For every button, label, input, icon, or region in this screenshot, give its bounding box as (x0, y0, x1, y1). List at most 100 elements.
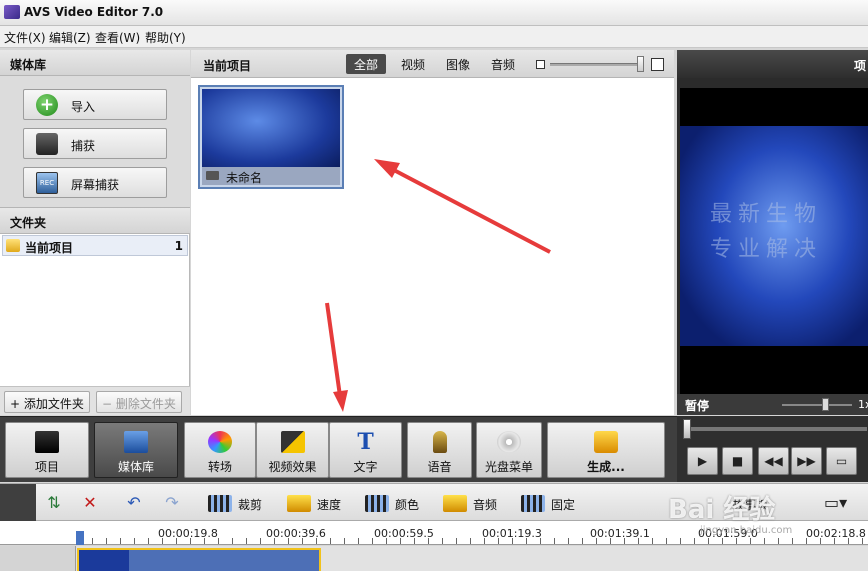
menu-bar: 文件(X) 编辑(Z) 查看(W) 帮助(Y) (0, 26, 868, 48)
text-button-label: 文字 (353, 460, 378, 474)
baidu-watermark: Bai 经验 (668, 495, 776, 525)
speed-icon (287, 495, 311, 512)
film-library-icon (124, 431, 148, 453)
capture-label: 捕获 (71, 139, 96, 153)
next-frame-button[interactable]: ▶▶ (791, 447, 822, 475)
folder-name: 当前项目 (25, 241, 74, 255)
zoom-slider-thumb[interactable] (637, 56, 644, 72)
add-folder-button[interactable]: + 添加文件夹 (4, 391, 90, 413)
undo-icon[interactable]: ↶ (124, 494, 144, 512)
text-t-icon: T (357, 429, 374, 455)
playback-status-bar: 暂停 1x (677, 394, 868, 415)
delete-folder-label: 删除文件夹 (115, 397, 176, 411)
voice-button-label: 语音 (427, 460, 452, 474)
menu-help[interactable]: 帮助(Y) (145, 29, 186, 46)
insert-clip-icon[interactable]: ⇅ (44, 494, 64, 512)
play-button[interactable]: ▶ (687, 447, 718, 475)
transitions-button-label: 转场 (207, 460, 232, 474)
produce-button-label: 生成... (587, 460, 625, 474)
delete-folder-button[interactable]: − 删除文件夹 (96, 391, 182, 413)
filter-tab-image[interactable]: 图像 (438, 54, 478, 74)
delete-icon[interactable]: ✕ (80, 494, 100, 512)
previous-frame-button[interactable]: ◀◀ (758, 447, 789, 475)
disc-menu-button-label: 光盘菜单 (484, 460, 533, 474)
media-library-button-label: 媒体库 (117, 460, 154, 474)
left-panel: 媒体库 + 导入 捕获 REC 屏幕捕获 文件夹 当前项目 1 + 添加文件夹 … (0, 50, 190, 415)
add-folder-label: 添加文件夹 (23, 397, 84, 411)
voice-button[interactable]: 语音 (407, 422, 472, 478)
app-icon (4, 5, 20, 19)
playhead-marker[interactable] (76, 531, 84, 545)
clip-preview-image (202, 89, 340, 169)
timeline-clip[interactable] (77, 548, 321, 571)
track-header (0, 546, 76, 571)
ruler-ticks (78, 538, 868, 544)
speed-slider-thumb[interactable] (822, 398, 829, 411)
video-effects-button[interactable]: 视频效果 (256, 422, 329, 478)
color-icon (365, 495, 389, 512)
audio-label: 音频 (473, 498, 498, 512)
preview-seek-track[interactable] (687, 427, 867, 431)
transitions-button[interactable]: 转场 (184, 422, 256, 478)
preview-title: 项 (853, 59, 866, 73)
fullscreen-button[interactable]: ▭ (826, 447, 857, 475)
filter-tab-all[interactable]: 全部 (346, 54, 387, 74)
audio-icon (443, 495, 467, 512)
preview-watermark-line1: 最新生物 (710, 202, 823, 227)
folder-icon (6, 239, 20, 252)
video-preview-image[interactable]: 最新生物 专业解决 (680, 126, 868, 346)
speed-slider-track[interactable] (782, 404, 852, 406)
video-camera-icon (206, 171, 219, 180)
redo-icon[interactable]: ↷ (162, 494, 182, 512)
main-toolbar: 项目 媒体库 转场 视频效果 T 文字 语音 光盘菜单 生成... (0, 416, 677, 482)
media-library-button[interactable]: 媒体库 (94, 422, 178, 478)
produce-button[interactable]: 生成... (547, 422, 665, 478)
project-header: 当前项目 全部 视频 图像 音频 (191, 50, 674, 78)
minus-icon: − (102, 397, 113, 411)
project-button-label: 项目 (34, 460, 59, 474)
zoom-in-icon[interactable] (651, 58, 664, 71)
produce-house-icon (594, 431, 618, 453)
freeze-label: 固定 (551, 498, 576, 512)
project-panel: 当前项目 全部 视频 图像 音频 未命名 (191, 50, 674, 415)
text-button[interactable]: T 文字 (329, 422, 402, 478)
import-label: 导入 (71, 100, 96, 114)
media-library-header: 媒体库 (0, 50, 190, 76)
clip-name: 未命名 (226, 171, 263, 185)
trim-icon (208, 495, 232, 512)
freeze-icon (521, 495, 545, 512)
player-controls: ▶ ■ ◀◀ ▶▶ ▭ (677, 416, 868, 482)
preview-seek-thumb[interactable] (683, 419, 691, 439)
disc-icon (497, 431, 521, 453)
screen-capture-button[interactable]: REC 屏幕捕获 (23, 167, 167, 198)
filter-tab-audio[interactable]: 音频 (483, 54, 523, 74)
menu-edit[interactable]: 编辑(Z) (49, 29, 91, 46)
project-button[interactable]: 项目 (5, 422, 89, 478)
preview-watermark-line2: 专业解决 (710, 237, 823, 262)
filter-tab-video[interactable]: 视频 (393, 54, 433, 74)
import-button[interactable]: + 导入 (23, 89, 167, 120)
color-label: 颜色 (395, 498, 420, 512)
baidu-watermark-url: jingyan.baidu.com (700, 525, 793, 536)
capture-button[interactable]: 捕获 (23, 128, 167, 159)
monitor-icon[interactable]: ▭▾ (824, 494, 847, 512)
screen-record-icon: REC (36, 172, 58, 194)
preview-panel: 项 最新生物 专业解决 暂停 1x (677, 50, 868, 415)
disc-menu-button[interactable]: 光盘菜单 (476, 422, 542, 478)
add-icon: + (36, 94, 58, 116)
folder-item-current-project[interactable]: 当前项目 1 (2, 235, 188, 256)
media-clip-thumbnail[interactable]: 未命名 (198, 85, 344, 189)
project-title: 当前项目 (203, 59, 252, 73)
trim-label: 裁剪 (238, 498, 263, 512)
stop-button[interactable]: ■ (722, 447, 753, 475)
menu-view[interactable]: 查看(W) (95, 29, 140, 46)
playback-speed: 1x (858, 398, 868, 411)
menu-file[interactable]: 文件(X) (4, 29, 46, 46)
preview-header: 项 (677, 50, 868, 78)
clip-caption: 未命名 (202, 167, 340, 185)
folders-header: 文件夹 (0, 208, 190, 234)
zoom-slider-track[interactable] (550, 63, 642, 66)
timeline-tab (0, 484, 36, 522)
zoom-out-icon[interactable] (536, 60, 545, 69)
speed-label: 速度 (317, 498, 342, 512)
